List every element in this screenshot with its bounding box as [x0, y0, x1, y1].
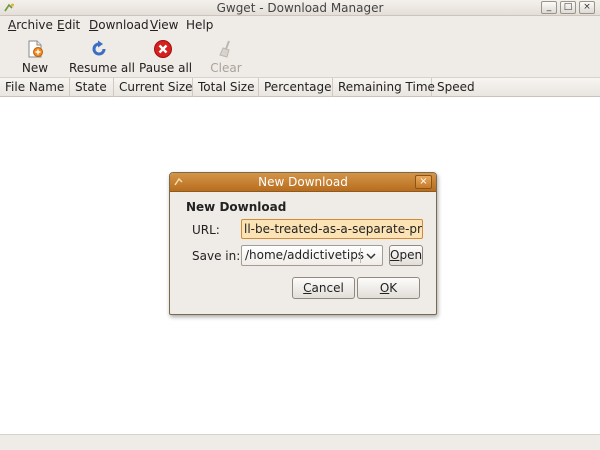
save-in-combo[interactable]: /home/addictivetips [241, 245, 383, 266]
download-list-header: File Name State Current Size Total Size … [0, 78, 600, 97]
minimize-button[interactable]: _ [541, 1, 557, 14]
url-input[interactable]: ll-be-treated-as-a-separate-process/ [241, 219, 423, 239]
menu-edit[interactable]: Edit [57, 18, 80, 32]
url-label: URL: [192, 223, 220, 237]
column-speed[interactable]: Speed [432, 78, 600, 97]
maximize-button[interactable]: □ [560, 1, 576, 14]
resume-all-label: Resume all [69, 61, 135, 75]
column-remaining-time[interactable]: Remaining Time [333, 78, 435, 97]
column-percentage[interactable]: Percentage [259, 78, 333, 97]
save-in-label: Save in: [192, 249, 241, 263]
dialog-titlebar: New Download × [170, 173, 436, 192]
save-in-value: /home/addictivetips [245, 248, 365, 262]
new-button[interactable]: New [14, 39, 56, 77]
pause-all-label: Pause all [139, 61, 193, 75]
column-file-name[interactable]: File Name [0, 78, 70, 97]
window-titlebar: Gwget - Download Manager _ □ × [0, 0, 600, 16]
new-download-icon [28, 40, 43, 58]
menu-view[interactable]: View [150, 18, 178, 32]
dialog-title: New Download [258, 175, 348, 189]
stop-icon [154, 40, 172, 58]
menubar: Archive Edit Download View Help [0, 16, 600, 36]
cancel-button[interactable]: Cancel [292, 277, 355, 299]
chevron-down-icon [366, 253, 376, 260]
clear-label: Clear [210, 61, 242, 75]
close-window-button[interactable]: × [579, 1, 595, 14]
resume-all-button[interactable]: Resume all [69, 39, 135, 77]
menu-help[interactable]: Help [186, 18, 213, 32]
clear-broom-icon [219, 40, 230, 58]
menu-download[interactable]: Download [89, 18, 149, 32]
window-title: Gwget - Download Manager [216, 1, 384, 15]
column-current-size[interactable]: Current Size [114, 78, 193, 97]
ok-button[interactable]: OK [357, 277, 420, 299]
pause-all-button[interactable]: Pause all [139, 39, 193, 77]
menu-archive[interactable]: Archive [8, 18, 53, 32]
open-folder-button[interactable]: Open [389, 245, 423, 266]
toolbar: New Resume all Pause all Clear [0, 36, 600, 78]
resume-icon [92, 40, 106, 56]
new-label: New [21, 61, 49, 75]
column-total-size[interactable]: Total Size [193, 78, 259, 97]
new-download-dialog: New Download × New Download URL: ll-be-t… [169, 172, 437, 315]
status-bar [0, 434, 600, 450]
combo-separator [360, 248, 361, 263]
dialog-close-button[interactable]: × [415, 175, 432, 189]
column-state[interactable]: State [70, 78, 114, 97]
clear-button[interactable]: Clear [208, 39, 244, 77]
dialog-heading: New Download [186, 200, 287, 214]
